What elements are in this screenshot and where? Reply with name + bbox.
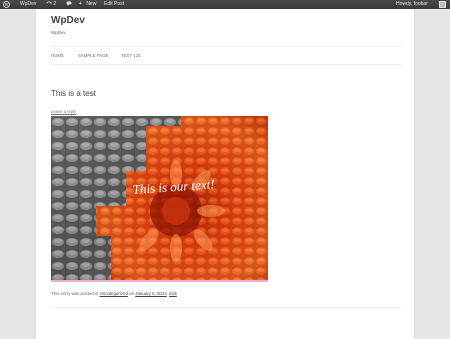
admin-bar-edit-post[interactable]: Edit Post — [104, 0, 124, 9]
divider — [51, 64, 401, 65]
admin-bar-site-name[interactable]: WpDev — [20, 0, 36, 9]
admin-bar: W WpDev 2 + New Edit Post Howdy, foobar — [0, 0, 450, 9]
site-description: WpDev — [51, 30, 66, 35]
speech-bubble-icon — [66, 1, 72, 6]
plus-icon: + — [79, 1, 82, 7]
entry-meta: This entry was posted in Uncategorized o… — [51, 291, 177, 296]
admin-bar-speech[interactable] — [66, 0, 72, 9]
site-title[interactable]: WpDev — [51, 15, 85, 26]
divider — [51, 307, 401, 308]
category-link[interactable]: Uncategorized — [100, 291, 128, 296]
divider — [51, 46, 401, 47]
leave-reply-link[interactable]: Leave a reply — [51, 109, 76, 114]
comments-count: 2 — [53, 1, 57, 7]
admin-bar-new[interactable]: + New — [79, 0, 96, 9]
post-title[interactable]: This is a test — [51, 89, 96, 98]
wordpress-logo-icon[interactable]: W — [3, 1, 10, 8]
admin-bar-greeting[interactable]: Howdy, foobar — [396, 0, 428, 9]
meta-on: on — [129, 291, 135, 296]
date-link[interactable]: January 6, 2013 — [135, 291, 167, 296]
nav-item-sample-page[interactable]: SAMPLE PAGE — [78, 53, 109, 58]
admin-bar-comments[interactable]: 2 — [46, 0, 56, 9]
nav-item-home[interactable]: HOME — [51, 53, 64, 58]
edit-link[interactable]: Edit — [169, 291, 177, 296]
featured-image[interactable]: This is our text! — [51, 116, 268, 282]
flower-image: This is our text! — [51, 116, 268, 280]
nav-item-test-123[interactable]: TEST 123 — [121, 53, 141, 58]
new-label: New — [86, 1, 97, 7]
avatar-icon[interactable] — [439, 1, 446, 8]
page-container: WpDev WpDev HOME SAMPLE PAGE TEST 123 Th… — [36, 9, 414, 339]
comments-icon — [46, 1, 52, 5]
meta-prefix: This entry was posted in — [51, 291, 99, 296]
